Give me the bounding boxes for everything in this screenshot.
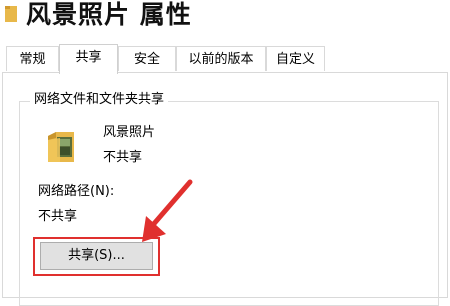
- tab-previous-versions[interactable]: 以前的版本: [176, 46, 266, 71]
- folder-share-status: 不共享: [103, 150, 143, 165]
- tab-customize[interactable]: 自定义: [266, 46, 325, 71]
- title-bar: 风景照片 属性: [0, 0, 450, 36]
- annotation-arrow-icon: [142, 179, 193, 242]
- photo-folder-icon: [48, 132, 74, 162]
- window-title: 风景照片 属性: [26, 0, 192, 29]
- tab-sharing[interactable]: 共享: [59, 44, 118, 74]
- network-path-label: 网络路径(N):: [38, 184, 115, 199]
- folder-name: 风景照片: [103, 125, 156, 140]
- tab-strip: 常规 共享 安全 以前的版本 自定义: [0, 44, 450, 74]
- tab-security[interactable]: 安全: [118, 46, 176, 71]
- tab-general[interactable]: 常规: [6, 46, 59, 71]
- network-path-value: 不共享: [38, 209, 78, 224]
- share-button[interactable]: 共享(S)...: [40, 242, 153, 270]
- group-title: 网络文件和文件夹共享: [30, 92, 169, 108]
- folder-icon: [5, 6, 17, 22]
